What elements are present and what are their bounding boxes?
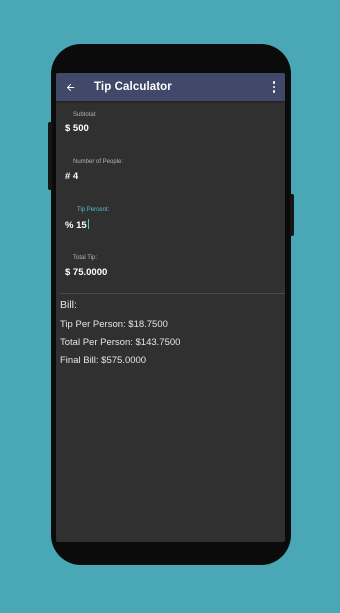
app-bar: Tip Calculator — [56, 73, 285, 101]
tip-percent-input[interactable]: % 15 — [65, 219, 89, 231]
final-bill-text: Final Bill: $575.0000 — [60, 355, 147, 366]
total-tip-value: $ 75.0000 — [65, 267, 108, 278]
people-input[interactable]: # 4 — [65, 171, 78, 182]
tip-per-person-text: Tip Per Person: $18.7500 — [60, 319, 168, 330]
divider — [60, 293, 285, 294]
back-button[interactable] — [56, 73, 84, 101]
total-tip-label: Total Tip: — [73, 255, 98, 261]
app-screen: Tip Calculator Subtotal: $ 500 Number of… — [56, 73, 285, 542]
tip-percent-value: % 15 — [65, 220, 87, 231]
bill-heading: Bill: — [60, 299, 77, 311]
text-cursor — [87, 219, 89, 229]
volume-button — [48, 122, 52, 190]
subtotal-input[interactable]: $ 500 — [65, 123, 89, 134]
more-options-button[interactable] — [269, 79, 279, 95]
app-title: Tip Calculator — [94, 81, 172, 93]
people-label: Number of People: — [73, 159, 124, 165]
more-vertical-icon — [272, 81, 276, 84]
tip-percent-label: Tip Percent: — [77, 207, 110, 213]
power-button — [290, 194, 294, 236]
back-arrow-icon — [66, 83, 74, 91]
total-per-person-text: Total Per Person: $143.7500 — [60, 337, 181, 348]
subtotal-label: Subtotal: — [73, 112, 97, 118]
